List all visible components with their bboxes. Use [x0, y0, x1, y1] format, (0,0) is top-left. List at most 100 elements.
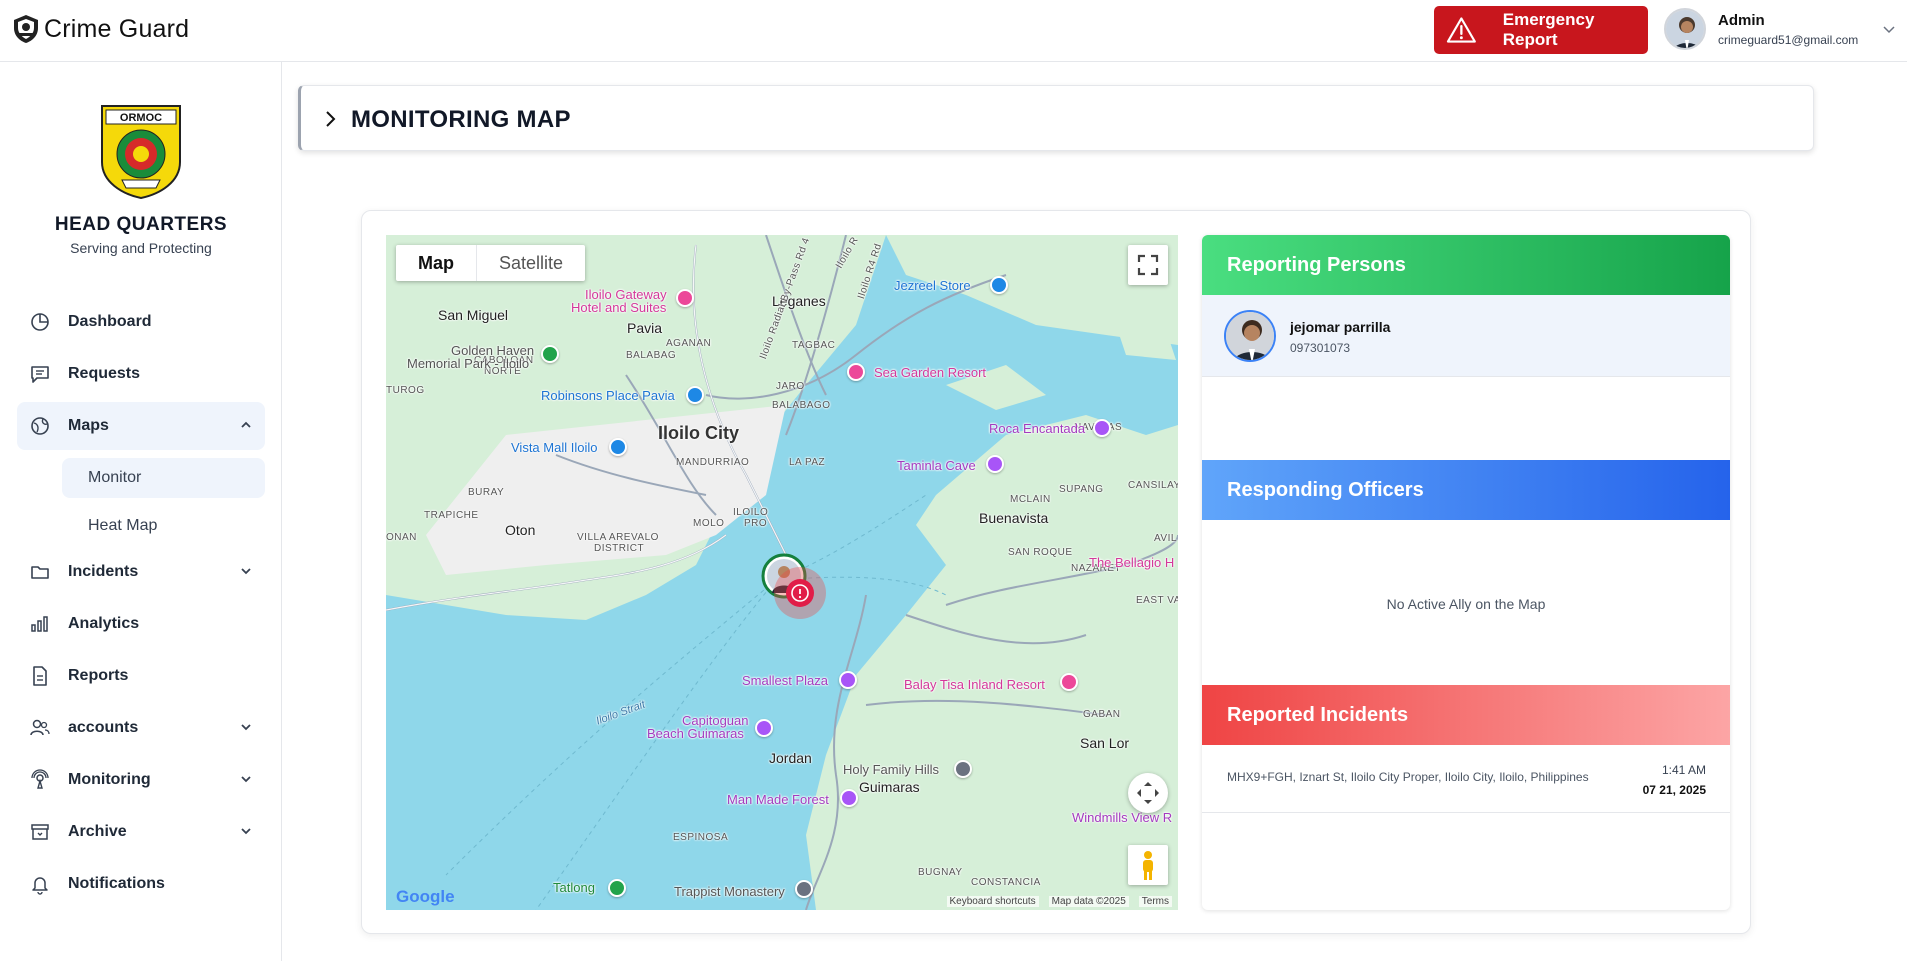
- person-avatar-icon: [1226, 312, 1274, 360]
- sidebar-item-label: Notifications: [68, 875, 165, 892]
- map-poi-bellagio[interactable]: The Bellagio H: [1089, 555, 1174, 570]
- map-poi-gateway-2[interactable]: Hotel and Suites: [571, 300, 666, 315]
- emergency-report-button[interactable]: Emergency Report: [1434, 6, 1648, 54]
- user-avatar: [1664, 8, 1706, 50]
- reporter-avatar: [1224, 310, 1276, 362]
- camera-control-button[interactable]: [1128, 773, 1168, 813]
- sidebar: ORMOC HEAD QUARTERS Serving and Protecti…: [0, 62, 282, 961]
- map-type-satellite-button[interactable]: Satellite: [477, 245, 585, 281]
- camera-pin-icon[interactable]: [839, 671, 857, 689]
- sidebar-item-requests[interactable]: Requests: [17, 350, 265, 398]
- person-avatar-icon: [1666, 10, 1704, 48]
- sidebar-item-incidents[interactable]: Incidents: [17, 548, 265, 596]
- sidebar-item-dashboard[interactable]: Dashboard: [17, 298, 265, 346]
- map-data-label: Map data ©2025: [1048, 895, 1129, 907]
- map-label-la-paz: LA PAZ: [789, 457, 826, 468]
- map-poi-man-made-forest[interactable]: Man Made Forest: [727, 792, 829, 807]
- app-title: Crime Guard: [44, 14, 190, 43]
- map-label-trapiche: TRAPICHE: [424, 510, 479, 521]
- map-poi-vista-mall[interactable]: Vista Mall Iloilo: [511, 440, 597, 455]
- sidebar-item-accounts[interactable]: accounts: [17, 704, 265, 752]
- map-poi-roca[interactable]: Roca Encantada: [989, 421, 1085, 436]
- reporter-list-item[interactable]: jejomar parrilla 097301073: [1202, 295, 1730, 377]
- archive-icon: [29, 821, 51, 843]
- map-label-aganan: AGANAN: [666, 338, 712, 349]
- sidebar-item-maps[interactable]: Maps: [17, 402, 265, 450]
- sidebar-item-label: Monitoring: [68, 771, 151, 788]
- map-label-cansilay: CANSILAY: [1128, 480, 1178, 491]
- pegman-icon: [1143, 851, 1153, 880]
- map-label-jordan: Jordan: [769, 750, 812, 766]
- hotel-pin-icon[interactable]: [676, 289, 694, 307]
- folder-icon: [29, 561, 51, 583]
- radar-icon: [29, 769, 51, 791]
- move-arrows-icon: [1137, 782, 1159, 804]
- ormoc-police-logo: ORMOC: [101, 105, 181, 200]
- resort-pin-icon[interactable]: [847, 363, 865, 381]
- brand[interactable]: Crime Guard: [12, 14, 189, 44]
- map-poi-sea-garden[interactable]: Sea Garden Resort: [874, 365, 986, 380]
- map-label-constancia: CONSTANCIA: [971, 877, 1041, 888]
- sidebar-item-monitoring[interactable]: Monitoring: [17, 756, 265, 804]
- map-label-iloilo: ILOILO: [733, 507, 769, 518]
- map-poi-golden-haven-2[interactable]: Memorial Park - Iloilo: [407, 356, 529, 371]
- responding-officers-header: Responding Officers: [1202, 460, 1730, 520]
- chevron-right-icon[interactable]: [323, 110, 337, 128]
- map-type-map-button[interactable]: Map: [396, 245, 477, 281]
- sidebar-item-analytics[interactable]: Analytics: [17, 600, 265, 648]
- monitoring-map[interactable]: Iloilo City Pavia Leganes San Miguel Oto…: [386, 235, 1178, 910]
- resort-pin-icon[interactable]: [1060, 673, 1078, 691]
- map-label-villa-arevalo: VILLA AREVALO: [577, 532, 659, 543]
- map-poi-smallest-plaza[interactable]: Smallest Plaza: [742, 673, 828, 688]
- shopping-pin-icon[interactable]: [609, 438, 627, 456]
- chevron-down-icon: [241, 724, 251, 731]
- map-poi-taminla[interactable]: Taminla Cave: [897, 458, 976, 473]
- camera-pin-icon[interactable]: [986, 455, 1004, 473]
- map-label-bugnay: BUGNAY: [918, 867, 963, 878]
- camera-pin-icon[interactable]: [755, 719, 773, 737]
- terms-link[interactable]: Terms: [1138, 895, 1172, 907]
- camera-pin-icon[interactable]: [840, 789, 858, 807]
- landmark-pin-icon[interactable]: [954, 760, 972, 778]
- message-icon: [29, 363, 51, 385]
- map-poi-jezreel[interactable]: Jezreel Store: [894, 278, 971, 293]
- incident-alert-marker[interactable]: [772, 565, 828, 621]
- incident-list-item[interactable]: MHX9+FGH, Iznart St, Iloilo City Proper,…: [1202, 745, 1730, 813]
- map-label-jaro: JARO: [776, 381, 805, 392]
- sidebar-subitem-monitor[interactable]: Monitor: [62, 458, 265, 498]
- map-type-toggle: Map Satellite: [396, 245, 586, 281]
- reporter-name: jejomar parrilla: [1290, 319, 1391, 335]
- map-poi-capiteguan-2[interactable]: Beach Guimaras: [647, 726, 744, 741]
- sidebar-item-notifications[interactable]: Notifications: [17, 860, 265, 908]
- map-label-avila: AVIL: [1154, 533, 1177, 544]
- sidebar-item-archive[interactable]: Archive: [17, 808, 265, 856]
- map-label-mclain: MCLAIN: [1010, 494, 1051, 505]
- map-label-balabag: BALABAG: [626, 350, 677, 361]
- park-pin-icon[interactable]: [541, 345, 559, 363]
- map-label-district: DISTRICT: [594, 543, 645, 554]
- keyboard-shortcuts-link[interactable]: Keyboard shortcuts: [946, 895, 1039, 907]
- map-label-tagbac: TAGBAC: [792, 340, 836, 351]
- map-poi-balay-tisa[interactable]: Balay Tisa Inland Resort: [904, 677, 1045, 692]
- camera-pin-icon[interactable]: [1093, 419, 1111, 437]
- officers-empty-message: No Active Ally on the Map: [1386, 596, 1546, 612]
- shopping-cart-pin-icon[interactable]: [990, 276, 1008, 294]
- map-label-molo: MOLO: [693, 518, 725, 529]
- chevron-down-icon[interactable]: [1882, 22, 1896, 36]
- chevron-down-icon: [241, 828, 251, 835]
- fullscreen-button[interactable]: [1128, 245, 1168, 285]
- reporting-persons-header: Reporting Persons: [1202, 235, 1730, 295]
- street-view-pegman-button[interactable]: [1128, 845, 1168, 885]
- user-menu[interactable]: Admin crimeguard51@gmail.com: [1664, 8, 1896, 50]
- sidebar-subitem-label: Heat Map: [88, 517, 158, 534]
- page-header: MONITORING MAP: [298, 85, 1814, 151]
- chevron-down-icon: [241, 776, 251, 783]
- map-poi-robinsons[interactable]: Robinsons Place Pavia: [541, 388, 675, 403]
- map-poi-holy-family[interactable]: Holy Family Hills: [843, 762, 939, 777]
- chevron-up-icon: [241, 421, 251, 428]
- bar-chart-icon: [29, 613, 51, 635]
- sidebar-item-reports[interactable]: Reports: [17, 652, 265, 700]
- sidebar-subitem-heat-map[interactable]: Heat Map: [62, 506, 265, 546]
- org-subtitle: Serving and Protecting: [70, 240, 212, 256]
- shopping-pin-icon[interactable]: [686, 386, 704, 404]
